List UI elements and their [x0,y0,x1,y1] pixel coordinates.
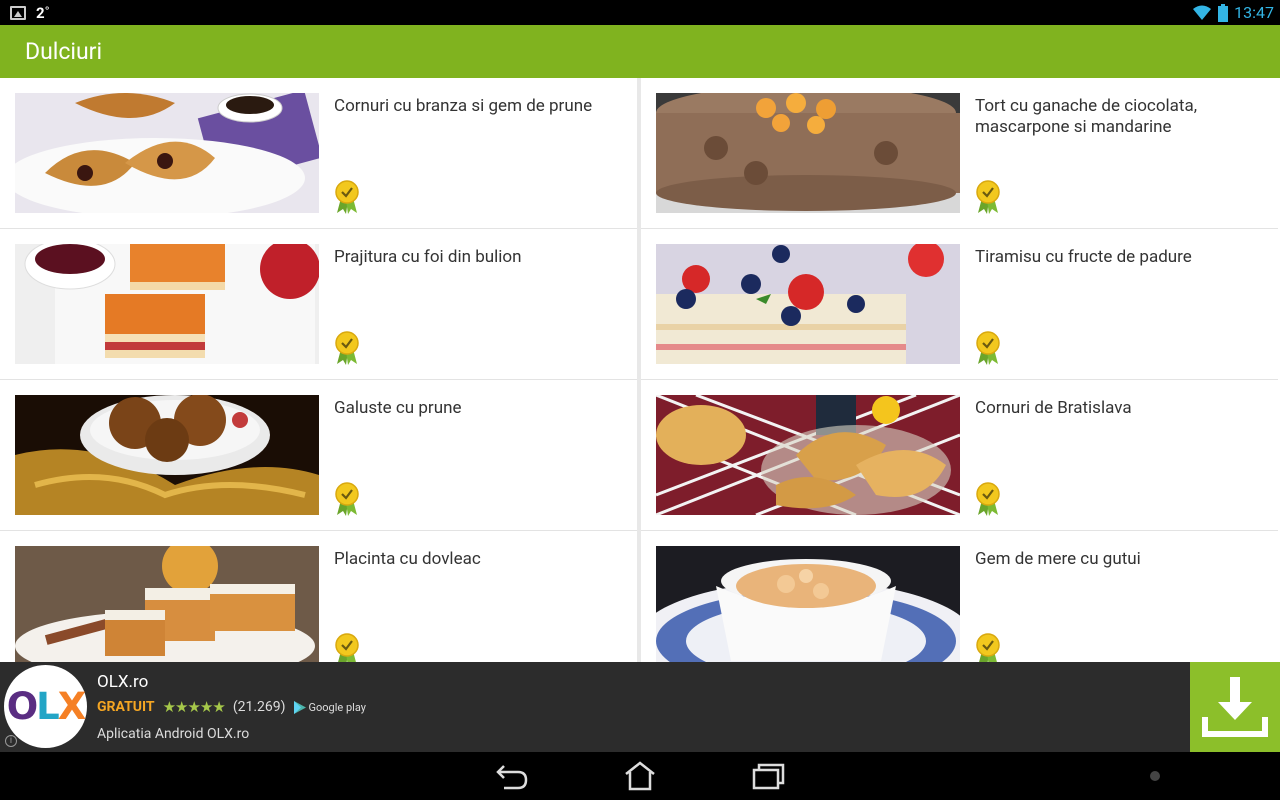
google-play-icon [293,700,306,714]
app-bar: Dulciuri [0,25,1280,78]
recipe-thumbnail [656,395,960,515]
download-icon [1202,677,1268,737]
system-nav-bar [0,752,1280,800]
verified-badge-icon [976,633,1000,662]
notification-count: 2˚ [36,3,50,22]
recipe-title: Tort cu ganache de ciocolata, mascarpone… [975,96,1198,137]
image-notification-icon [10,5,26,20]
recent-apps-icon[interactable] [748,760,788,792]
recipe-thumbnail [656,244,960,364]
recipe-thumbnail [15,244,319,364]
recipe-card[interactable]: Tort cu ganache de ciocolata, mascarpone… [641,78,1278,229]
ad-banner[interactable]: OLX i OLX.ro GRATUIT ★★★★★ (21.269) Goog… [0,662,1280,752]
recipe-thumbnail [15,395,319,515]
ad-price: GRATUIT [97,699,155,715]
verified-badge-icon [976,331,1000,365]
recipe-card[interactable]: Gem de mere cu gutui [641,531,1278,662]
recipe-grid: Cornuri cu branza si gem de prune Tort c… [0,78,1280,662]
recipe-card[interactable]: Tiramisu cu fructe de padure [641,229,1278,380]
recipe-title: Gem de mere cu gutui [975,549,1141,569]
recipe-title: Cornuri cu branza si gem de prune [334,96,593,116]
status-bar: 2˚ 13:47 [0,0,1280,25]
recipe-thumbnail [656,93,960,213]
recipe-card[interactable]: Galuste cu prune [0,380,637,531]
verified-badge-icon [976,482,1000,516]
recipe-thumbnail [15,546,319,662]
verified-badge-icon [976,180,1000,214]
recipe-title: Galuste cu prune [334,398,462,418]
olx-logo: OLX [4,665,87,748]
nav-indicator-dot [1150,771,1160,781]
ad-description: Aplicatia Android OLX.ro [97,726,250,742]
ad-rating-count: (21.269) [232,699,286,715]
recipe-thumbnail [656,546,960,662]
recipe-card[interactable]: Placinta cu dovleac [0,531,637,662]
recipe-thumbnail [15,93,319,213]
battery-icon [1218,3,1229,22]
back-icon[interactable] [492,760,532,792]
recipe-title: Placinta cu dovleac [334,549,481,569]
verified-badge-icon [335,633,359,662]
verified-badge-icon [335,482,359,516]
download-button[interactable] [1190,662,1280,752]
recipe-card[interactable]: Cornuri de Bratislava [641,380,1278,531]
rating-stars-icon: ★★★★★ [162,698,226,716]
recipe-title: Tiramisu cu fructe de padure [975,247,1192,267]
wifi-icon [1193,5,1212,20]
recipe-card[interactable]: Prajitura cu foi din bulion [0,229,637,380]
ad-app-name: OLX.ro [97,672,149,692]
verified-badge-icon [335,180,359,214]
ad-info-icon[interactable]: i [5,735,17,747]
google-play-badge: Google play [293,700,366,714]
recipe-title: Cornuri de Bratislava [975,398,1132,418]
page-title: Dulciuri [25,38,103,65]
recipe-title: Prajitura cu foi din bulion [334,247,522,267]
verified-badge-icon [335,331,359,365]
recipe-card[interactable]: Cornuri cu branza si gem de prune [0,78,637,229]
home-icon[interactable] [620,760,660,792]
status-time: 13:47 [1234,3,1274,22]
